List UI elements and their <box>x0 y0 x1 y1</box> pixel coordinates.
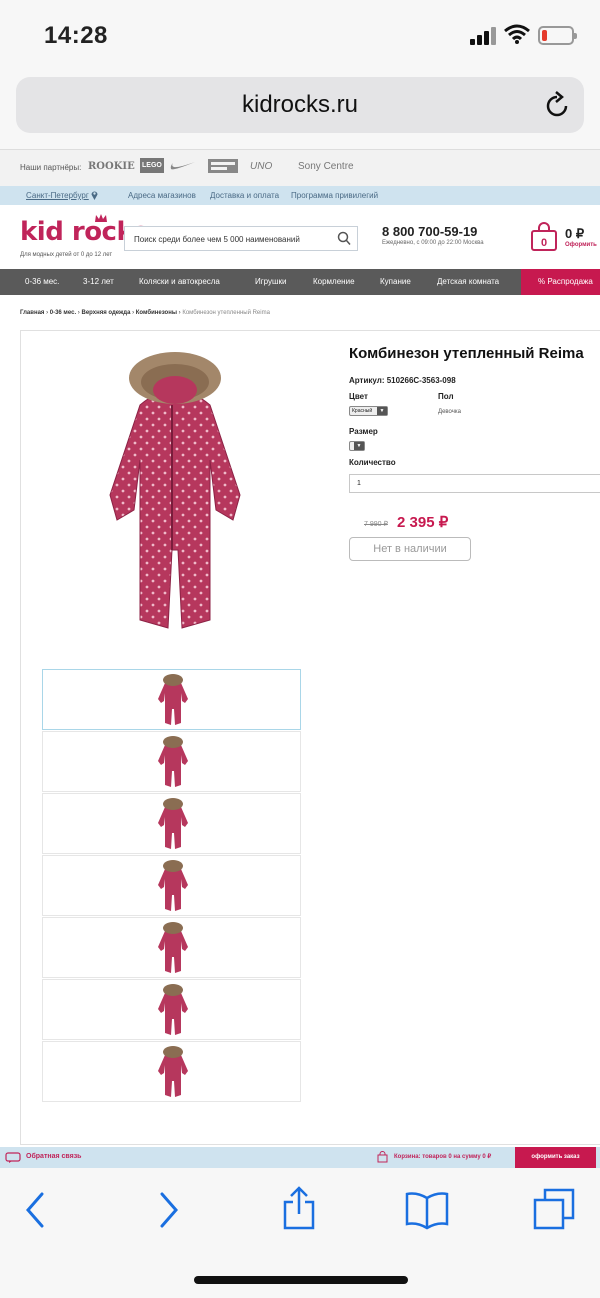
work-hours: Ежедневно, с 09:00 до 22:00 Москва <box>382 240 484 246</box>
link-stores[interactable]: Адреса магазинов <box>128 191 196 200</box>
nav-item-strollers[interactable]: Коляски и автокресла <box>139 277 220 286</box>
quantity-label: Количество <box>349 458 396 467</box>
home-indicator <box>194 1276 408 1284</box>
phone-number[interactable]: 8 800 700-59-19 <box>382 224 477 239</box>
product-thumbnail[interactable] <box>42 1041 301 1102</box>
thumbnail-image <box>158 798 188 849</box>
color-select-value: Красный <box>352 408 373 414</box>
partners-strip: Наши партнёры: ROOKIE LEGO UNO Sony Cent… <box>0 150 600 186</box>
bookmarks-icon[interactable] <box>405 1190 449 1230</box>
site-header: kid rocks Для модных детей от 0 до 12 ле… <box>0 205 600 269</box>
thumbnail-image <box>158 922 188 973</box>
battery-icon <box>538 26 577 45</box>
product-title: Комбинезон утепленный Reima <box>349 345 584 362</box>
partners-label: Наши партнёры: <box>20 163 82 172</box>
product-sku: Артикул: 510266C-3563-098 <box>349 376 456 385</box>
link-privileges[interactable]: Программа привилегий <box>291 191 378 200</box>
info-bar: Санкт-Петербург Адреса магазинов Доставк… <box>0 186 600 205</box>
main-nav: 0-36 мес. 3-12 лет Коляски и автокресла … <box>0 269 600 295</box>
partner-uno[interactable]: UNO <box>250 161 272 172</box>
color-label: Цвет <box>349 392 368 401</box>
nav-item-kids-room[interactable]: Детская комната <box>437 277 499 286</box>
feedback-icon <box>5 1152 21 1163</box>
feedback-link[interactable]: Обратная связь <box>26 1153 82 1160</box>
cart-checkout-link[interactable]: Оформить <box>565 242 597 248</box>
checkout-button[interactable]: оформить заказ <box>515 1147 596 1168</box>
cart-icon <box>377 1151 388 1163</box>
nav-item-feeding[interactable]: Кормление <box>313 277 355 286</box>
street-beat-logo-icon[interactable] <box>208 159 238 173</box>
share-icon[interactable] <box>282 1186 316 1230</box>
cart-amount: 0 ₽ <box>565 226 585 241</box>
chevron-down-icon: ▼ <box>377 407 387 415</box>
breadcrumb-current: Комбинезон утепленный Reima <box>182 310 270 316</box>
signal-icon <box>470 27 496 45</box>
sale-label: % Распродажа <box>538 277 593 286</box>
nav-item-3-12[interactable]: 3-12 лет <box>83 277 114 286</box>
product-thumbnail[interactable] <box>42 917 301 978</box>
status-bar: 14:28 <box>0 0 600 72</box>
nav-item-0-36[interactable]: 0-36 мес. <box>25 277 59 286</box>
thumbnail-image <box>158 674 188 725</box>
quantity-field[interactable]: 1 <box>349 474 600 493</box>
breadcrumb-home[interactable]: Главная <box>20 310 44 316</box>
tabs-icon[interactable] <box>533 1188 575 1230</box>
partner-rookie[interactable]: ROOKIE <box>88 161 135 172</box>
cart-summary[interactable]: Корзина: товаров 0 на сумму 0 ₽ <box>394 1153 491 1160</box>
partner-sony[interactable]: Sony Centre <box>298 161 354 172</box>
search-placeholder: Поиск среди более чем 5 000 наименований <box>134 235 300 244</box>
nav-item-sale[interactable]: % Распродажа <box>521 269 600 295</box>
browser-address-area: kidrocks.ru <box>0 72 600 150</box>
breadcrumb-outerwear[interactable]: Верхняя одежда <box>81 310 130 316</box>
thumbnail-image <box>158 1046 188 1097</box>
current-price: 2 395 ₽ <box>397 514 449 531</box>
cart-count: 0 <box>541 237 548 249</box>
location-pin-icon <box>91 191 98 200</box>
thumbnail-image <box>158 736 188 787</box>
product-thumbnail[interactable] <box>42 669 301 730</box>
breadcrumb-0-36[interactable]: 0-36 мес. <box>50 310 76 316</box>
product-main-image[interactable] <box>90 350 260 640</box>
search-input[interactable]: Поиск среди более чем 5 000 наименований <box>124 226 358 251</box>
logo-tagline: Для модных детей от 0 до 12 лет <box>20 252 113 258</box>
chevron-down-icon: ▼ <box>354 442 364 450</box>
out-of-stock-button[interactable]: Нет в наличии <box>349 537 471 561</box>
wifi-icon <box>504 24 530 44</box>
nav-item-bathing[interactable]: Купание <box>380 277 411 286</box>
search-icon[interactable] <box>337 231 351 246</box>
reload-icon[interactable] <box>544 91 570 119</box>
forward-icon[interactable] <box>158 1190 180 1230</box>
partner-lego[interactable]: LEGO <box>140 158 164 173</box>
url-text[interactable]: kidrocks.ru <box>16 91 584 119</box>
breadcrumb: Главная › 0-36 мес. › Верхняя одежда › К… <box>20 310 270 316</box>
gender-label: Пол <box>438 392 454 401</box>
size-select[interactable]: ▼ <box>349 441 365 451</box>
status-time: 14:28 <box>44 22 108 49</box>
product-thumbnail[interactable] <box>42 793 301 854</box>
nav-item-toys[interactable]: Игрушки <box>255 277 286 286</box>
color-select[interactable]: Красный ▼ <box>349 406 388 416</box>
back-icon[interactable] <box>24 1190 46 1230</box>
nike-logo-icon[interactable] <box>170 161 196 171</box>
product-thumbnail[interactable] <box>42 855 301 916</box>
thumbnail-image <box>158 984 188 1035</box>
thumbnail-image <box>158 860 188 911</box>
quantity-value: 1 <box>357 480 361 487</box>
gender-value: Девочка <box>438 409 461 415</box>
logo-crown-icon <box>95 214 107 222</box>
product-thumbnail[interactable] <box>42 731 301 792</box>
link-delivery[interactable]: Доставка и оплата <box>210 191 279 200</box>
product-thumbnail[interactable] <box>42 979 301 1040</box>
size-label: Размер <box>349 427 378 436</box>
breadcrumb-overalls[interactable]: Комбинезоны <box>136 310 177 316</box>
old-price: 7 990 ₽ <box>364 521 388 528</box>
city-selector[interactable]: Санкт-Петербург <box>26 191 89 200</box>
site-bottom-bar: Обратная связь Корзина: товаров 0 на сум… <box>0 1147 600 1168</box>
address-bar[interactable]: kidrocks.ru <box>16 77 584 133</box>
